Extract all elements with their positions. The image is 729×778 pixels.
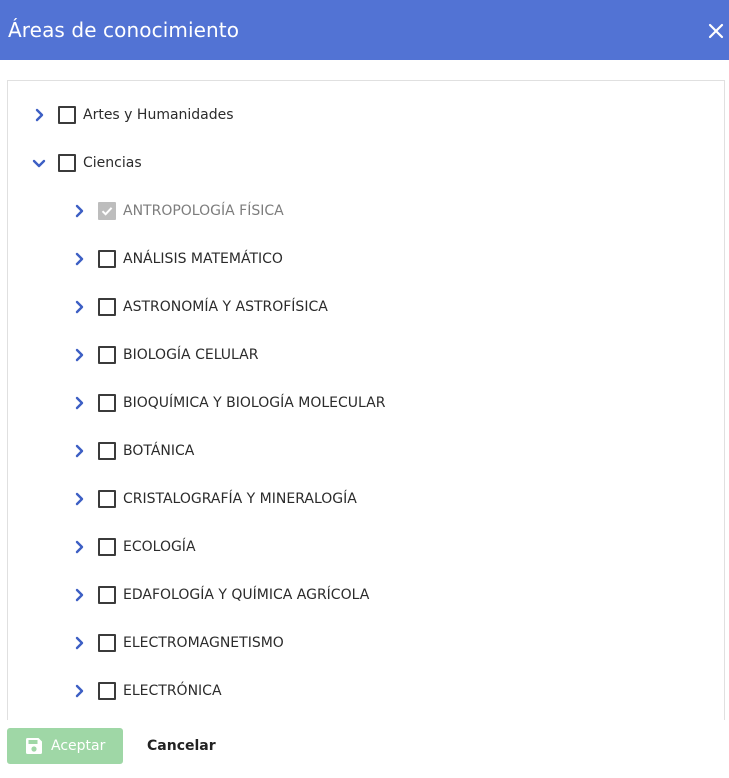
chevron-right-icon[interactable] bbox=[69, 297, 89, 317]
accept-label: Aceptar bbox=[51, 738, 106, 754]
tree-item: ELECTROMAGNETISMO bbox=[8, 619, 724, 667]
tree-item-checkbox[interactable] bbox=[98, 250, 116, 268]
tree-item-label: ELECTRÓNICA bbox=[123, 683, 222, 699]
chevron-right-icon[interactable] bbox=[69, 345, 89, 365]
tree-item-label: ECOLOGÍA bbox=[123, 539, 196, 555]
chevron-right-icon[interactable] bbox=[69, 633, 89, 653]
tree-item-checkbox[interactable] bbox=[98, 442, 116, 460]
tree-item-label: ELECTROMAGNETISMO bbox=[123, 635, 284, 651]
tree-item: Artes y Humanidades bbox=[8, 91, 724, 139]
tree-item: BIOQUÍMICA Y BIOLOGÍA MOLECULAR bbox=[8, 379, 724, 427]
tree-item-checkbox[interactable] bbox=[98, 538, 116, 556]
chevron-right-icon[interactable] bbox=[69, 489, 89, 509]
chevron-down-icon[interactable] bbox=[29, 153, 49, 173]
chevron-right-icon[interactable] bbox=[69, 249, 89, 269]
chevron-right-icon[interactable] bbox=[69, 585, 89, 605]
tree-item-label: ANÁLISIS MATEMÁTICO bbox=[123, 251, 283, 267]
tree-item-checkbox[interactable] bbox=[98, 634, 116, 652]
tree-item-checkbox bbox=[98, 202, 116, 220]
tree-item-checkbox[interactable] bbox=[98, 490, 116, 508]
tree-item-checkbox[interactable] bbox=[98, 586, 116, 604]
tree-item-label: Artes y Humanidades bbox=[83, 107, 234, 123]
accept-button[interactable]: Aceptar bbox=[7, 728, 123, 764]
tree-item: ASTRONOMÍA Y ASTROFÍSICA bbox=[8, 283, 724, 331]
save-icon bbox=[26, 738, 42, 754]
tree-item: CRISTALOGRAFÍA Y MINERALOGÍA bbox=[8, 475, 724, 523]
tree-item-label: BOTÁNICA bbox=[123, 443, 195, 459]
tree-item-checkbox[interactable] bbox=[98, 298, 116, 316]
tree-item-checkbox[interactable] bbox=[58, 154, 76, 172]
tree-item-label: BIOLOGÍA CELULAR bbox=[123, 347, 259, 363]
knowledge-tree: Artes y Humanidades Ciencias ANTROPOLOGÍA … bbox=[7, 80, 725, 720]
close-icon bbox=[708, 23, 724, 39]
cancel-label: Cancelar bbox=[147, 738, 216, 754]
tree-item-checkbox[interactable] bbox=[58, 106, 76, 124]
chevron-right-icon[interactable] bbox=[69, 681, 89, 701]
tree-item: BIOLOGÍA CELULAR bbox=[8, 331, 724, 379]
tree-item-label: CRISTALOGRAFÍA Y MINERALOGÍA bbox=[123, 491, 357, 507]
tree-item: EDAFOLOGÍA Y QUÍMICA AGRÍCOLA bbox=[8, 571, 724, 619]
cancel-button[interactable]: Cancelar bbox=[138, 728, 224, 764]
tree-item-label: ANTROPOLOGÍA FÍSICA bbox=[123, 203, 284, 219]
tree-item-checkbox[interactable] bbox=[98, 682, 116, 700]
check-icon bbox=[101, 207, 113, 216]
tree-item: ANÁLISIS MATEMÁTICO bbox=[8, 235, 724, 283]
tree-item-checkbox[interactable] bbox=[98, 394, 116, 412]
dialog-title: Áreas de conocimiento bbox=[8, 18, 240, 42]
tree-item: ELECTRÓNICA bbox=[8, 667, 724, 715]
tree-item: ANTROPOLOGÍA FÍSICA bbox=[8, 187, 724, 235]
tree-item-label: Ciencias bbox=[83, 155, 142, 171]
chevron-right-icon[interactable] bbox=[69, 537, 89, 557]
tree-item-label: ASTRONOMÍA Y ASTROFÍSICA bbox=[123, 299, 328, 315]
dialog-header: Áreas de conocimiento bbox=[0, 0, 729, 60]
tree-item: BOTÁNICA bbox=[8, 427, 724, 475]
close-button[interactable] bbox=[705, 20, 727, 42]
chevron-right-icon[interactable] bbox=[69, 201, 89, 221]
chevron-right-icon[interactable] bbox=[69, 393, 89, 413]
tree-item-checkbox[interactable] bbox=[98, 346, 116, 364]
tree-item: ECOLOGÍA bbox=[8, 523, 724, 571]
dialog-footer: Aceptar Cancelar bbox=[0, 720, 729, 778]
chevron-right-icon[interactable] bbox=[69, 441, 89, 461]
tree-item: Ciencias bbox=[8, 139, 724, 187]
tree-item-label: EDAFOLOGÍA Y QUÍMICA AGRÍCOLA bbox=[123, 587, 370, 603]
chevron-right-icon[interactable] bbox=[29, 105, 49, 125]
knowledge-areas-dialog: Áreas de conocimiento Artes y Humanidade… bbox=[0, 0, 729, 778]
tree-item-label: BIOQUÍMICA Y BIOLOGÍA MOLECULAR bbox=[123, 395, 386, 411]
